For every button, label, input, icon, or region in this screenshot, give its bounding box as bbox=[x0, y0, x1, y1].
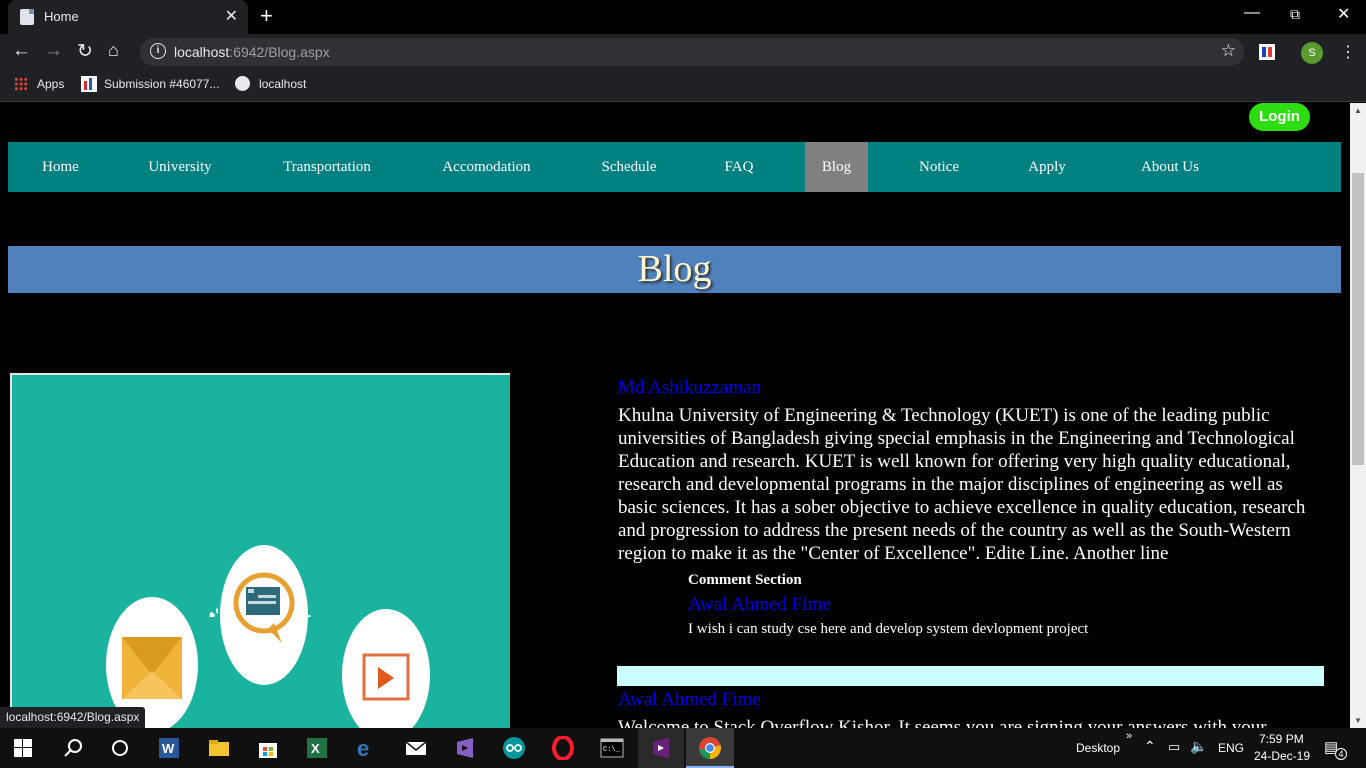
nav-transportation[interactable]: Transportation bbox=[262, 142, 392, 192]
comment-section: Comment Section Awal Ahmed Fime I wish i… bbox=[688, 571, 1318, 638]
page-scrollbar[interactable]: ▲ ▼ bbox=[1350, 103, 1366, 728]
blog-post: Awal Ahmed Fime Welcome to Stack Overflo… bbox=[618, 689, 1318, 728]
network-icon[interactable]: ▭ bbox=[1168, 739, 1180, 755]
clock-time[interactable]: 7:59 PM bbox=[1259, 732, 1304, 746]
nav-blog[interactable]: Blog bbox=[805, 142, 868, 192]
address-bar[interactable]: i localhost:6942/Blog.aspx ☆ bbox=[140, 38, 1244, 66]
post-author-link[interactable]: Awal Ahmed Fime bbox=[618, 689, 1318, 711]
blog-post: Md Ashikuzzaman Khulna University of Eng… bbox=[618, 377, 1318, 638]
nav-accomodation[interactable]: Accomodation bbox=[423, 142, 550, 192]
store-icon[interactable] bbox=[256, 736, 280, 760]
profile-avatar[interactable]: S bbox=[1301, 42, 1323, 64]
chrome-menu-icon[interactable]: ⋮ bbox=[1340, 42, 1356, 62]
nav-schedule[interactable]: Schedule bbox=[580, 142, 678, 192]
nav-home[interactable]: Home bbox=[8, 142, 113, 192]
scroll-down-icon[interactable]: ▼ bbox=[1354, 716, 1362, 725]
terminal-icon[interactable]: C:\_ bbox=[600, 736, 624, 760]
browser-tab[interactable]: Home ✕ bbox=[8, 0, 248, 34]
comment-author-link[interactable]: Awal Ahmed Fime bbox=[688, 594, 1318, 616]
file-explorer-icon[interactable] bbox=[207, 736, 231, 760]
arduino-icon[interactable] bbox=[502, 736, 526, 760]
site-info-icon[interactable]: i bbox=[150, 43, 166, 59]
svg-text:e: e bbox=[357, 736, 369, 760]
comment-section-header: Comment Section bbox=[688, 572, 802, 588]
excel-icon[interactable]: X bbox=[305, 736, 329, 760]
page-viewport: Login Home University Transportation Acc… bbox=[0, 103, 1350, 728]
home-icon[interactable]: ⌂ bbox=[108, 40, 119, 61]
apps-grid-icon bbox=[14, 77, 28, 91]
back-arrow-icon[interactable]: ← bbox=[12, 40, 31, 62]
blog-illustration-svg bbox=[106, 545, 430, 728]
blog-illustration-image bbox=[10, 373, 510, 728]
bookmark-submission[interactable]: Submission #46077... bbox=[104, 77, 219, 91]
clock-date[interactable]: 24-Dec-19 bbox=[1254, 749, 1310, 763]
edge-icon[interactable]: e bbox=[355, 736, 379, 760]
mail-icon[interactable] bbox=[404, 736, 428, 760]
desktop-toolbar-label[interactable]: Desktop bbox=[1076, 741, 1120, 755]
post-separator bbox=[617, 666, 1324, 686]
svg-text:W: W bbox=[162, 741, 175, 756]
url-text[interactable]: localhost:6942/Blog.aspx bbox=[174, 44, 330, 60]
reload-icon[interactable]: ↻ bbox=[77, 40, 93, 63]
tab-title: Home bbox=[44, 9, 79, 24]
bookmark-star-icon[interactable]: ☆ bbox=[1221, 41, 1236, 61]
word-icon[interactable]: W bbox=[157, 736, 181, 760]
globe-icon bbox=[235, 76, 250, 91]
toolbar-expand-icon[interactable]: » bbox=[1126, 730, 1132, 742]
new-tab-button[interactable]: + bbox=[260, 3, 273, 29]
visual-studio-icon[interactable] bbox=[453, 736, 477, 760]
main-nav: Home University Transportation Accomodat… bbox=[8, 142, 1341, 192]
minimize-icon[interactable]: — bbox=[1244, 4, 1260, 22]
cortana-icon[interactable] bbox=[108, 736, 132, 760]
volume-icon[interactable]: 🔈 bbox=[1190, 738, 1207, 755]
notification-count-badge: 4 bbox=[1335, 748, 1347, 760]
scrollbar-thumb[interactable] bbox=[1352, 173, 1364, 465]
page-title: Blog bbox=[8, 246, 1341, 293]
forward-arrow-icon[interactable]: → bbox=[44, 40, 63, 62]
opera-icon[interactable] bbox=[551, 736, 575, 760]
post-author-link[interactable]: Md Ashikuzzaman bbox=[618, 377, 1318, 399]
windows-start-icon[interactable] bbox=[14, 739, 32, 757]
comment-text: I wish i can study cse here and develop … bbox=[688, 621, 1089, 637]
chrome-icon[interactable] bbox=[698, 736, 722, 760]
bookmark-localhost[interactable]: localhost bbox=[259, 77, 306, 91]
nav-faq[interactable]: FAQ bbox=[706, 142, 772, 192]
post-body: Welcome to Stack Overflow Kishor. It see… bbox=[618, 717, 1267, 728]
svg-text:X: X bbox=[311, 741, 320, 756]
scroll-up-icon[interactable]: ▲ bbox=[1354, 106, 1362, 115]
tray-chevron-up-icon[interactable]: ⌃ bbox=[1144, 738, 1156, 755]
post-body: Khulna University of Engineering & Techn… bbox=[618, 405, 1306, 564]
nav-about-us[interactable]: About Us bbox=[1117, 142, 1223, 192]
page-favicon-icon bbox=[20, 9, 34, 25]
nav-notice[interactable]: Notice bbox=[901, 142, 977, 192]
nav-apply[interactable]: Apply bbox=[1012, 142, 1082, 192]
window-close-icon[interactable]: ✕ bbox=[1337, 4, 1350, 24]
browser-tab-strip: Home ✕ + — ⧉ ✕ bbox=[0, 0, 1366, 34]
toolbar: ← → ↻ ⌂ i localhost:6942/Blog.aspx ☆ bbox=[0, 34, 1366, 70]
tab-close-icon[interactable]: ✕ bbox=[225, 6, 238, 26]
extension-icon[interactable] bbox=[1259, 44, 1275, 60]
windows-taskbar: W X e C:\_ Desktop » ⌃ ▭ 🔈 ENG 7:59 PM 2… bbox=[0, 728, 1366, 768]
language-indicator[interactable]: ENG bbox=[1218, 741, 1244, 755]
search-icon[interactable] bbox=[62, 736, 86, 760]
visual-studio-2-icon[interactable] bbox=[649, 736, 673, 760]
restore-icon[interactable]: ⧉ bbox=[1290, 6, 1300, 23]
svg-text:C:\_: C:\_ bbox=[603, 746, 621, 754]
login-button[interactable]: Login bbox=[1249, 103, 1310, 131]
bookmark-apps[interactable]: Apps bbox=[37, 77, 64, 91]
bookmarks-bar: Apps Submission #46077... localhost bbox=[0, 70, 1366, 102]
link-status-bubble: localhost:6942/Blog.aspx bbox=[0, 707, 146, 728]
submission-favicon-icon bbox=[81, 76, 97, 92]
nav-university[interactable]: University bbox=[128, 142, 232, 192]
